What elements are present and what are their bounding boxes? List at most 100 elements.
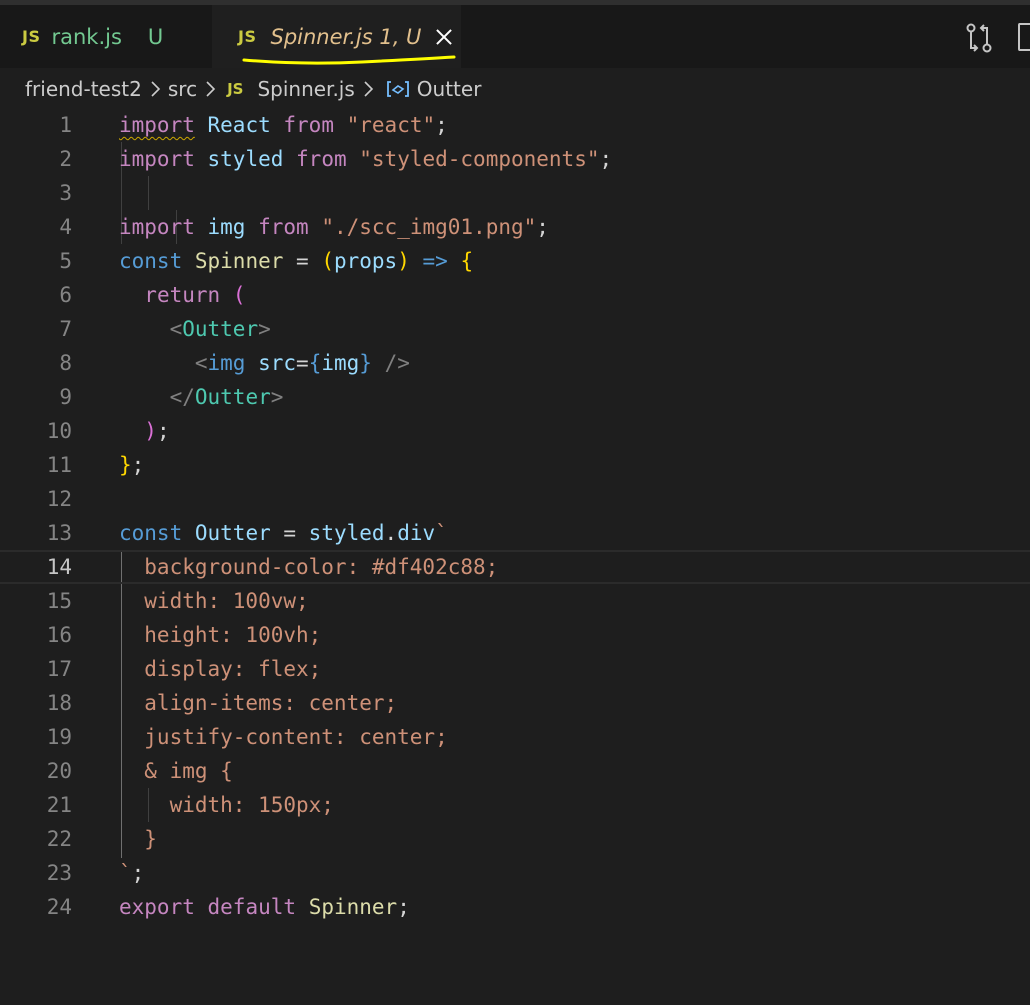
code-line[interactable]: 16 height: 100vh; — [0, 618, 1030, 652]
code-token: ; — [131, 453, 145, 477]
code-token: return — [144, 283, 221, 307]
code-token: React — [207, 113, 271, 137]
code-line[interactable]: 18 align-items: center; — [0, 686, 1030, 720]
code-token: import — [119, 147, 195, 171]
code-line[interactable]: 15 width: 100vw; — [0, 584, 1030, 618]
line-number: 1 — [59, 113, 72, 137]
code-line[interactable]: 22 } — [0, 822, 1030, 856]
code-token: } — [119, 827, 157, 851]
code-line[interactable]: 14 background-color: #df402c88; — [0, 550, 1030, 584]
code-token: ; — [599, 147, 613, 171]
code-token: = — [283, 249, 322, 273]
line-number: 15 — [46, 589, 72, 613]
compare-changes-icon[interactable] — [963, 22, 995, 54]
code-token: { — [308, 351, 322, 375]
line-number: 22 — [46, 827, 72, 851]
code-token: width: 100vw; — [119, 589, 309, 613]
code-line[interactable]: 4 import img from "./scc_img01.png"; — [0, 210, 1030, 244]
code-token: ; — [397, 895, 410, 919]
code-line[interactable]: 8 <img src={img} /> — [0, 346, 1030, 380]
code-line[interactable]: 20 & img { — [0, 754, 1030, 788]
code-token: ` — [435, 521, 448, 545]
line-number: 7 — [59, 317, 72, 341]
code-token: src — [258, 351, 297, 375]
code-line[interactable]: 1 import React from "react"; — [0, 108, 1030, 142]
breadcrumb-project[interactable]: friend-test2 — [25, 77, 142, 101]
code-text: width: 150px; — [119, 788, 334, 822]
code-token: Spinner — [194, 249, 284, 273]
code-token: ( — [321, 249, 334, 273]
code-line[interactable]: 24 export default Spinner; — [0, 890, 1030, 924]
code-line[interactable]: 2 import styled from "styled-components"; — [0, 142, 1030, 176]
code-line[interactable]: 11}; — [0, 448, 1030, 482]
line-number: 13 — [46, 521, 72, 545]
code-token: < — [194, 351, 208, 375]
code-token: const — [119, 249, 183, 273]
code-line[interactable]: 13 const Outter = styled.div` — [0, 516, 1030, 550]
line-number: 12 — [46, 487, 72, 511]
line-number: 23 — [46, 861, 72, 885]
code-token: img — [321, 351, 360, 375]
code-line[interactable]: 21 width: 150px; — [0, 788, 1030, 822]
chevron-right-icon — [206, 81, 216, 97]
line-number: 16 — [46, 623, 72, 647]
line-number: 4 — [59, 215, 72, 239]
code-token: "styled-components" — [359, 147, 600, 171]
line-number: 10 — [46, 419, 72, 443]
code-line[interactable]: 3 — [0, 176, 1030, 210]
code-text: import img from "./scc_img01.png"; — [119, 210, 549, 244]
code-token: = — [270, 521, 309, 545]
line-number: 9 — [59, 385, 72, 409]
code-line[interactable]: 19 justify-content: center; — [0, 720, 1030, 754]
code-line[interactable]: 6 return ( — [0, 278, 1030, 312]
breadcrumb-folder[interactable]: src — [168, 77, 197, 101]
code-token: display: flex; — [119, 657, 322, 681]
line-number: 17 — [46, 657, 72, 681]
code-line[interactable]: 23 `; — [0, 856, 1030, 890]
code-text: ); — [119, 414, 169, 448]
code-token: ) — [144, 419, 157, 443]
code-text: </Outter> — [119, 380, 284, 414]
code-text: <Outter> — [119, 312, 271, 346]
code-line[interactable]: 10 ); — [0, 414, 1030, 448]
code-line[interactable]: 7 <Outter> — [0, 312, 1030, 346]
breadcrumb-file[interactable]: Spinner.js — [257, 77, 354, 101]
code-line[interactable]: 12 — [0, 482, 1030, 516]
code-text: & img { — [119, 754, 233, 788]
split-editor-icon[interactable] — [1018, 23, 1030, 51]
code-line[interactable]: 5 const Spinner = (props) => { — [0, 244, 1030, 278]
code-line[interactable]: 9 </Outter> — [0, 380, 1030, 414]
code-token: ( — [232, 283, 246, 307]
line-number: 5 — [59, 249, 72, 273]
line-number: 14 — [46, 555, 72, 579]
code-text: }; — [119, 448, 144, 482]
code-editor[interactable]: 1 import React from "react"; 2 import style… — [0, 108, 1030, 1005]
breadcrumb-symbol[interactable]: Outter — [417, 77, 482, 101]
code-text: height: 100vh; — [119, 618, 321, 652]
line-number: 21 — [46, 793, 72, 817]
close-icon[interactable] — [433, 26, 455, 48]
line-number: 11 — [46, 453, 72, 477]
code-token: export — [119, 895, 195, 919]
code-token: > — [258, 317, 271, 341]
line-number: 8 — [59, 351, 72, 375]
code-token: Outter — [194, 385, 271, 409]
code-token: ; — [435, 113, 448, 137]
code-token: props — [333, 249, 398, 273]
code-text: width: 100vw; — [119, 584, 309, 618]
code-token: styled — [207, 147, 284, 171]
code-line[interactable]: 17 display: flex; — [0, 652, 1030, 686]
tab-rank-js[interactable]: JS rank.js U — [0, 5, 210, 68]
code-token: ; — [131, 861, 145, 885]
